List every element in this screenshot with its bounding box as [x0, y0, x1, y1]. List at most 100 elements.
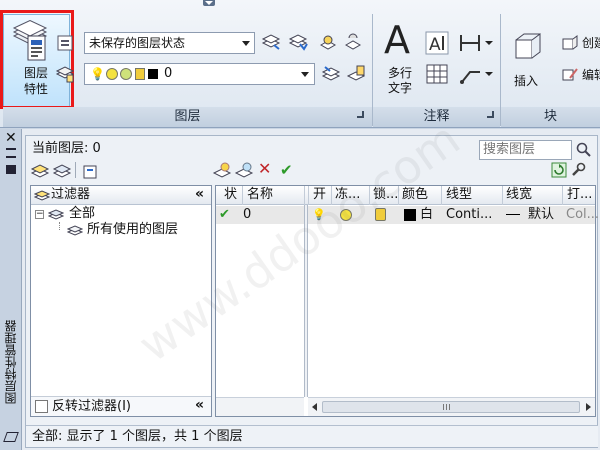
layer-list-pane: 状 名称 开 冻... 锁... 颜色 线型 线宽 打... ✔ 0 💡 白 C… — [215, 185, 600, 417]
new-group-filter-icon[interactable] — [52, 161, 72, 181]
column-separator — [441, 186, 442, 205]
filter-header-label: 过滤器 — [51, 187, 91, 202]
layers-panel-label: 图层 — [174, 109, 201, 124]
layers-group-icon — [48, 209, 64, 220]
collapse-filter-icon[interactable]: « — [195, 397, 204, 413]
color-swatch-black — [148, 69, 158, 79]
close-icon[interactable]: ✕ — [5, 131, 17, 145]
scroll-right-icon[interactable] — [586, 403, 591, 411]
layer-match-icon[interactable] — [288, 32, 308, 52]
set-current-icon[interactable]: ✔ — [280, 160, 293, 180]
scrollbar-thumb[interactable] — [322, 401, 580, 413]
block-panel-label: 块 — [543, 109, 557, 124]
table-icon[interactable] — [425, 62, 449, 86]
search-icon[interactable] — [576, 142, 592, 158]
lock-icon — [135, 68, 145, 80]
create-label[interactable]: 创建 — [582, 34, 600, 52]
create-block-icon[interactable] — [560, 33, 580, 53]
column-plot-style[interactable]: 打... — [567, 186, 592, 204]
current-layer-label: 当前图层: 0 — [32, 141, 101, 156]
edit-label[interactable]: 编辑 — [582, 66, 600, 84]
column-separator — [304, 186, 305, 205]
palette-title: 图层特性管理器 — [4, 320, 18, 404]
tree-connector — [59, 222, 60, 230]
status-bar: 全部: 显示了 1 个图层，共 1 个图层 — [26, 425, 598, 447]
column-status[interactable]: 状 — [224, 186, 237, 204]
layer-state-icon[interactable] — [55, 33, 75, 53]
layer-combo-value: 0 — [164, 66, 173, 81]
properties-icon[interactable] — [6, 165, 16, 174]
chevron-down-icon — [301, 72, 309, 77]
search-layers-input[interactable]: 搜索图层 — [479, 140, 572, 160]
chevron-down-icon — [242, 41, 250, 46]
block-panel-label-bar: 块 — [501, 107, 600, 127]
column-name[interactable]: 名称 — [247, 186, 273, 204]
color-swatch-black[interactable] — [404, 209, 416, 221]
mtext-icon[interactable]: A — [384, 20, 410, 60]
leader-icon[interactable] — [458, 62, 494, 86]
lineweight-cell[interactable]: 默认 — [528, 206, 554, 224]
used-layers-filter-icon — [67, 225, 83, 236]
layers-panel-launcher-icon[interactable] — [357, 111, 364, 118]
tree-expander-icon[interactable]: − — [35, 210, 44, 219]
invert-filter-label: 反转过滤器(I) — [52, 399, 131, 414]
invert-filter-checkbox[interactable] — [35, 400, 48, 413]
layer-state-combo[interactable]: 未保存的图层状态 — [84, 32, 255, 54]
column-separator — [242, 186, 243, 205]
fixed-hscroll-spacer — [216, 397, 304, 416]
linetype-cell[interactable]: Conti... — [446, 206, 492, 224]
layer-unisolate-icon[interactable] — [343, 33, 363, 53]
new-layer-icon[interactable] — [212, 161, 232, 181]
annotation-panel-launcher-icon[interactable] — [487, 111, 494, 118]
mtext-label-line1: 多行 — [387, 66, 412, 80]
mtext-label: 多行 文字 — [382, 66, 418, 96]
column-separator — [502, 186, 503, 205]
light-bulb-icon: 💡 — [90, 67, 105, 81]
column-linetype[interactable]: 线型 — [446, 186, 472, 204]
layer-name-cell[interactable]: 0 — [243, 206, 251, 224]
filter-icon — [34, 190, 50, 201]
settings-wrench-icon[interactable] — [570, 162, 586, 178]
viewport-sun-icon — [120, 68, 132, 80]
column-separator — [562, 186, 563, 205]
column-lineweight[interactable]: 线宽 — [506, 186, 532, 204]
collapse-pane-icon[interactable]: « — [195, 185, 204, 203]
layer-walk-icon[interactable] — [261, 32, 281, 52]
copy-layer-icon[interactable] — [346, 64, 366, 84]
invert-filter-row: 反转过滤器(I) « — [31, 396, 211, 416]
scrollbar-grip-icon — [443, 404, 444, 410]
toolbar-separator — [75, 162, 76, 178]
make-current-icon[interactable] — [321, 64, 341, 84]
refresh-icon[interactable] — [551, 162, 567, 178]
plot-style-cell: Col... — [566, 207, 600, 222]
layer-isolate-icon[interactable] — [318, 33, 338, 53]
delete-layer-icon[interactable]: ✕ — [258, 159, 271, 179]
highlight-frame — [0, 10, 74, 109]
layer-state-combo-value: 未保存的图层状态 — [89, 36, 186, 50]
color-name-cell[interactable]: 白 — [420, 206, 433, 224]
layer-states-manager-icon[interactable] — [79, 161, 99, 181]
tree-item-used-layers[interactable]: 所有使用的图层 — [87, 221, 178, 239]
auto-hide-icon[interactable] — [6, 148, 16, 158]
layer-stack-icon[interactable] — [55, 64, 75, 84]
dimension-icon[interactable] — [458, 31, 494, 55]
horizontal-scrollbar[interactable] — [308, 397, 595, 416]
text-style-icon[interactable]: A — [425, 31, 449, 55]
sun-icon — [106, 68, 118, 80]
chevron-down-icon — [205, 1, 213, 5]
edit-block-icon[interactable] — [560, 64, 580, 84]
new-property-filter-icon[interactable] — [30, 161, 50, 181]
filter-tree-header: 过滤器 « — [31, 186, 211, 205]
new-layer-vp-frozen-icon[interactable] — [234, 161, 254, 181]
current-layer-check-icon: ✔ — [219, 207, 230, 222]
lineweight-line-icon — [506, 214, 520, 215]
mtext-label-line2: 文字 — [387, 81, 412, 95]
scroll-left-icon[interactable] — [312, 403, 317, 411]
search-placeholder: 搜索图层 — [483, 142, 536, 157]
insert-block-icon[interactable] — [512, 30, 546, 66]
layers-panel-label-bar: 图层 — [3, 107, 372, 127]
svg-text:A: A — [429, 35, 441, 55]
status-text: 全部: 显示了 1 个图层，共 1 个图层 — [32, 429, 243, 444]
insert-label: 插入 — [514, 74, 539, 88]
layer-combo[interactable]: 💡 0 — [84, 63, 315, 85]
